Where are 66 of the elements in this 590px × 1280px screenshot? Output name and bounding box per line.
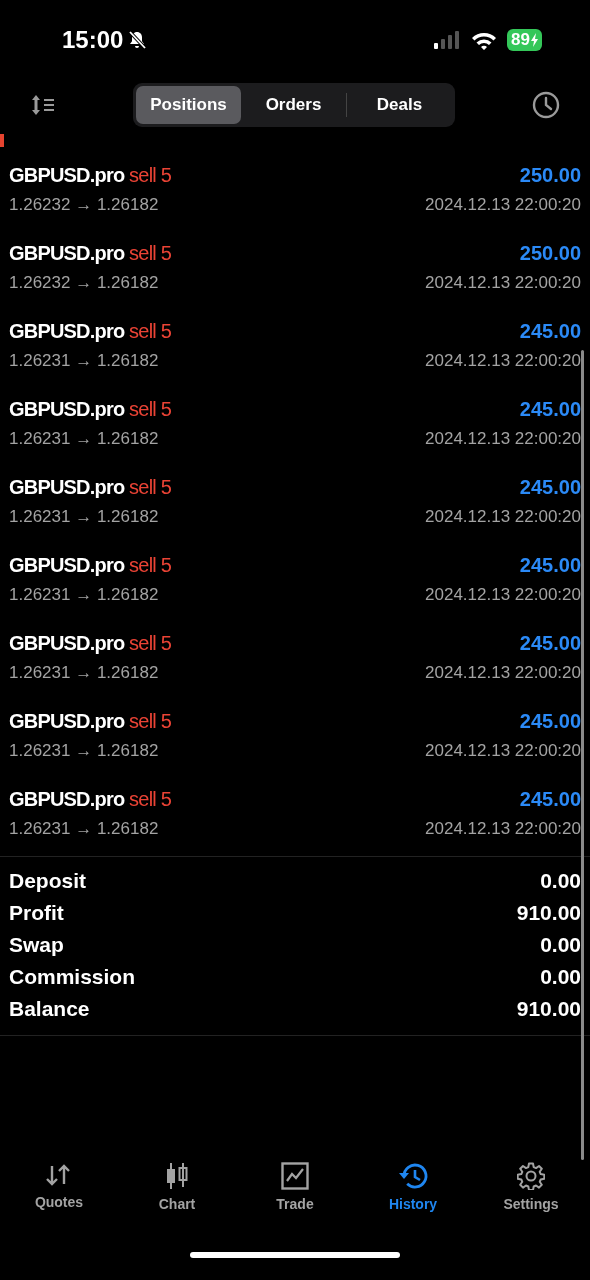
deal-prices: 1.26231 → 1.26182 bbox=[9, 818, 159, 839]
clock-icon[interactable] bbox=[532, 91, 560, 119]
deal-profit: 245.00 bbox=[519, 553, 581, 577]
nav-tab[interactable]: Trade bbox=[240, 1162, 350, 1230]
deal-time: 2024.12.13 22:00:20 bbox=[425, 740, 581, 761]
deal-prices: 1.26231 → 1.26182 bbox=[9, 350, 159, 371]
deal-prices: 1.26231 → 1.26182 bbox=[9, 584, 159, 605]
summary-value: 910.00 bbox=[516, 997, 581, 1021]
tab[interactable]: Orders bbox=[241, 86, 346, 124]
nav-tab[interactable]: History bbox=[358, 1162, 468, 1230]
deal-title: GBPUSD.pro sell 5 bbox=[9, 397, 171, 421]
deal-time: 2024.12.13 22:00:20 bbox=[425, 350, 581, 371]
deal-title: GBPUSD.pro sell 5 bbox=[9, 319, 171, 343]
settings-icon bbox=[517, 1162, 545, 1190]
deal-profit: 245.00 bbox=[519, 319, 581, 343]
history-icon bbox=[397, 1162, 429, 1190]
summary-value: 0.00 bbox=[540, 965, 581, 989]
summary-label: Profit bbox=[9, 901, 64, 925]
summary-value: 0.00 bbox=[540, 933, 581, 957]
nav-tab[interactable]: Chart bbox=[122, 1162, 232, 1230]
deal-profit: 245.00 bbox=[519, 631, 581, 655]
candlestick-icon bbox=[164, 1162, 190, 1190]
summary-value: 910.00 bbox=[516, 901, 581, 925]
deal-profit: 245.00 bbox=[519, 397, 581, 421]
deal-prices: 1.26232 → 1.26182 bbox=[9, 272, 159, 293]
deal-time: 2024.12.13 22:00:20 bbox=[425, 662, 581, 683]
deal-prices: 1.26231 → 1.26182 bbox=[9, 740, 159, 761]
deal-title: GBPUSD.pro sell 5 bbox=[9, 709, 171, 733]
deal-title: GBPUSD.pro sell 5 bbox=[9, 787, 171, 811]
deal-profit: 245.00 bbox=[519, 787, 581, 811]
line-chart-icon bbox=[281, 1162, 309, 1190]
deal-title: GBPUSD.pro sell 5 bbox=[9, 163, 171, 187]
nav-tab[interactable]: Quotes bbox=[4, 1162, 114, 1230]
bell-off-icon bbox=[127, 30, 148, 50]
deal-time: 2024.12.13 22:00:20 bbox=[425, 584, 581, 605]
wifi-icon bbox=[471, 30, 498, 50]
deal-time: 2024.12.13 22:00:20 bbox=[425, 428, 581, 449]
deal-time: 2024.12.13 22:00:20 bbox=[425, 272, 581, 293]
deal-time: 2024.12.13 22:00:20 bbox=[425, 194, 581, 215]
deal-title: GBPUSD.pro sell 5 bbox=[9, 475, 171, 499]
sort-icon[interactable] bbox=[30, 94, 56, 116]
deal-prices: 1.26231 → 1.26182 bbox=[9, 506, 159, 527]
deal-prices: 1.26231 → 1.26182 bbox=[9, 662, 159, 683]
battery-indicator: 89 bbox=[507, 29, 542, 51]
nav-tab[interactable]: Settings bbox=[476, 1162, 586, 1230]
status-time: 15:00 bbox=[62, 26, 124, 54]
deal-profit: 250.00 bbox=[519, 241, 581, 265]
deal-title: GBPUSD.pro sell 5 bbox=[9, 553, 171, 577]
summary-value: 0.00 bbox=[540, 869, 581, 893]
summary-label: Swap bbox=[9, 933, 64, 957]
deal-profit: 250.00 bbox=[519, 163, 581, 187]
tab[interactable]: Positions bbox=[136, 86, 241, 124]
deal-title: GBPUSD.pro sell 5 bbox=[9, 241, 171, 265]
tab[interactable]: Deals bbox=[347, 86, 452, 124]
summary-label: Commission bbox=[9, 965, 136, 989]
deal-profit: 245.00 bbox=[519, 475, 581, 499]
deal-prices: 1.26231 → 1.26182 bbox=[9, 428, 159, 449]
summary-label: Balance bbox=[9, 997, 90, 1021]
deal-title: GBPUSD.pro sell 5 bbox=[9, 631, 171, 655]
deal-time: 2024.12.13 22:00:20 bbox=[425, 818, 581, 839]
deal-profit: 245.00 bbox=[519, 709, 581, 733]
summary-label: Deposit bbox=[9, 869, 86, 893]
indicator-mark bbox=[0, 133, 4, 147]
deal-time: 2024.12.13 22:00:20 bbox=[425, 506, 581, 527]
signal-icon bbox=[433, 31, 462, 49]
deal-prices: 1.26232 → 1.26182 bbox=[9, 194, 159, 215]
